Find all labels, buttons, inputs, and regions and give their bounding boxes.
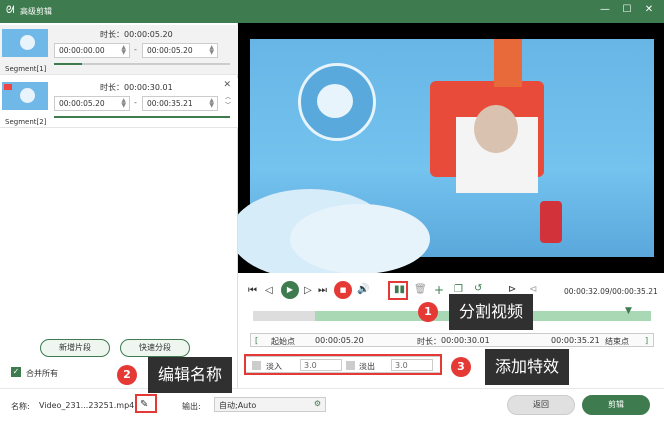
segment-progress [54,63,230,65]
segment-start-field[interactable]: 00:00:00.00 ▲ ▼ [54,43,130,58]
window-title: 高级剪辑 [20,7,52,16]
skip-start-icon[interactable]: ⏮ [248,285,257,296]
next-frame-icon[interactable]: ▷ [304,285,312,296]
prev-frame-icon[interactable]: ◁ [265,285,273,296]
end-time[interactable]: 00:00:35.21 [551,336,600,345]
current-time: 00:00:32.09/00:00:35.21 [564,287,658,296]
rabbit-logo-icon: ᘛ [6,5,15,16]
set-end-button[interactable]: 结束点 [605,336,629,347]
footer: 名称: Video_231...23251.mp4 ✎ 输出: 自动;Auto ⚙… [0,388,664,422]
callout-label: 添加特效 [485,349,570,385]
stop-button[interactable]: ■ [334,281,352,299]
callout-number: 3 [451,357,471,377]
range-separator: - [134,98,137,107]
merge-all-checkbox[interactable]: ✓ [11,367,21,377]
callout-frame [244,354,442,375]
segment-thumbnail [2,82,48,110]
end-bracket-icon: ] [645,336,649,345]
callout-frame [135,394,157,413]
callout-number: 1 [418,302,438,322]
move-down-icon[interactable]: ﹀ [225,100,231,109]
quick-split-button[interactable]: 快速分段 [120,339,190,357]
segment-panel: Segment[1] 时长：00:00:05.20 00:00:00.00 ▲ ▼ … [0,23,238,388]
minimize-icon[interactable]: — [598,4,612,15]
spinner-icon[interactable]: ▲ ▼ [121,98,126,109]
name-label: 名称: [11,402,30,411]
segment-progress [54,116,230,118]
spinner-icon[interactable]: ▲ ▼ [121,45,126,56]
close-icon[interactable]: ✕ [642,4,656,15]
playhead-icon[interactable]: ▼ [625,306,632,316]
set-start-button[interactable]: 起始点 [271,336,295,347]
segment-label: Segment[2] [5,118,47,126]
duration-value: 00:00:30.01 [441,336,490,345]
callout-number: 2 [117,365,137,385]
play-button[interactable]: ▶ [281,281,299,299]
video-frame [238,39,654,273]
segment-thumbnail [2,29,48,57]
output-select[interactable]: 自动;Auto ⚙ [214,397,326,412]
callout-label: 编辑名称 [148,357,233,393]
start-bracket-icon: [ [255,336,259,345]
skip-end-icon[interactable]: ⏭ [318,285,327,296]
title-bar: ᘛ 高级剪辑 — ☐ ✕ [0,0,664,23]
mark-row: [ 起始点 00:00:05.20 时长： 00:00:30.01 00:00:… [250,333,654,347]
spinner-icon[interactable]: ▲ ▼ [209,45,214,56]
settings-icon[interactable]: ⚙ [314,399,321,408]
segment-duration: 时长：00:00:30.01 [100,83,173,92]
duration-label: 时长： [417,337,441,346]
cut-button[interactable]: 剪辑 [582,395,650,415]
segment-item[interactable]: Segment[1] 时长：00:00:05.20 00:00:00.00 ▲ ▼ … [0,25,238,75]
maximize-icon[interactable]: ☐ [620,4,634,15]
video-preview[interactable] [238,23,664,273]
add-segment-button[interactable]: 新增片段 [40,339,110,357]
delete-icon[interactable]: 🗑 [414,284,427,295]
callout-label: 分割视频 [449,294,534,330]
spinner-icon[interactable]: ▲ ▼ [209,98,214,109]
callout-frame [388,281,408,300]
segment-label: Segment[1] [5,65,47,73]
volume-icon[interactable]: 🔊 [357,284,369,295]
merge-all-label: 合并所有 [26,369,58,378]
start-time[interactable]: 00:00:05.20 [315,336,364,345]
segment-duration: 时长：00:00:05.20 [100,30,173,39]
segment-item[interactable]: Segment[2] 时长：00:00:30.01 00:00:05.20 ▲ ▼ … [0,78,238,128]
delete-segment-icon[interactable]: ✕ [223,80,231,90]
range-separator: - [134,45,137,54]
segment-start-field[interactable]: 00:00:05.20 ▲ ▼ [54,96,130,111]
undo-icon[interactable]: ↺ [474,283,482,294]
back-button[interactable]: 返回 [507,395,575,415]
segment-end-field[interactable]: 00:00:35.21 ▲ ▼ [142,96,218,111]
logo-watermark-icon [298,63,376,141]
add-icon[interactable]: + [434,283,444,297]
filename: Video_231...23251.mp4 [39,401,135,410]
output-label: 输出: [182,402,201,411]
segment-end-field[interactable]: 00:00:05.20 ▲ ▼ [142,43,218,58]
